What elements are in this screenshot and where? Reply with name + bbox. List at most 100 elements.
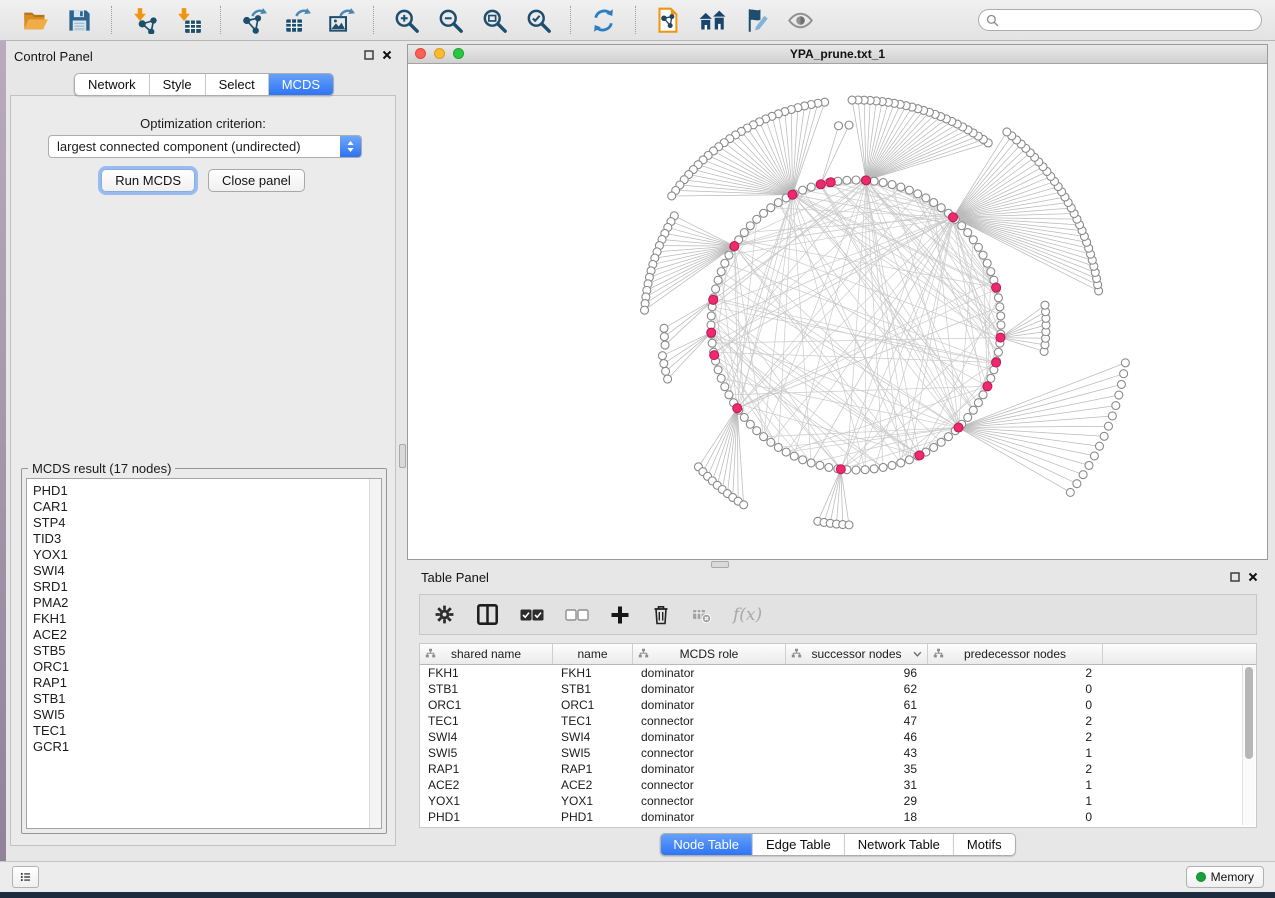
ring-node[interactable] [712, 285, 720, 293]
delete-table-button[interactable] [692, 606, 712, 624]
ring-node[interactable] [922, 194, 930, 202]
ring-node[interactable] [888, 181, 896, 189]
show-columns-button[interactable] [476, 603, 499, 626]
tab-network[interactable]: Network [75, 74, 149, 95]
result-node-item[interactable]: PMA2 [33, 595, 381, 611]
ring-node[interactable] [782, 448, 790, 456]
table-row[interactable]: ORC1ORC1dominator610 [420, 697, 1256, 713]
ring-node[interactable] [974, 243, 982, 251]
memory-button[interactable]: Memory [1186, 866, 1264, 888]
ring-node[interactable] [964, 413, 972, 421]
result-node-item[interactable]: STB1 [33, 691, 381, 707]
leaf-node[interactable] [660, 333, 668, 341]
table-row[interactable]: ACE2ACE2connector311 [420, 777, 1256, 793]
ring-node[interactable] [825, 463, 833, 471]
leaf-node[interactable] [1100, 432, 1108, 440]
close-panel-icon[interactable] [1248, 572, 1258, 582]
hub-node[interactable] [992, 283, 1001, 292]
leaf-node[interactable] [641, 306, 649, 314]
ring-node[interactable] [897, 183, 905, 191]
result-node-item[interactable]: CAR1 [33, 499, 381, 515]
ring-node[interactable] [746, 420, 754, 428]
result-node-item[interactable]: FKH1 [33, 611, 381, 627]
ring-node[interactable] [888, 461, 896, 469]
result-node-item[interactable]: ACE2 [33, 627, 381, 643]
ring-node[interactable] [937, 204, 945, 212]
hub-node[interactable] [915, 451, 924, 460]
tab-edge-table[interactable]: Edge Table [752, 834, 844, 855]
ring-node[interactable] [997, 312, 1005, 320]
zoom-out-button[interactable] [434, 4, 466, 36]
leaf-node[interactable] [1073, 480, 1081, 488]
result-node-item[interactable]: SWI4 [33, 563, 381, 579]
table-row[interactable]: PHD1PHD1dominator180 [420, 809, 1256, 825]
leaf-node[interactable] [845, 121, 853, 129]
hub-node[interactable] [996, 333, 1005, 342]
ring-node[interactable] [799, 456, 807, 464]
ring-node[interactable] [994, 348, 1002, 356]
result-node-item[interactable]: SWI5 [33, 707, 381, 723]
ring-node[interactable] [767, 438, 775, 446]
leaf-node[interactable] [658, 352, 666, 360]
ring-node[interactable] [870, 177, 878, 185]
hub-node[interactable] [730, 242, 739, 251]
ring-node[interactable] [714, 276, 722, 284]
leaf-node[interactable] [1090, 452, 1098, 460]
hub-node[interactable] [788, 190, 797, 199]
ring-node[interactable] [717, 374, 725, 382]
hub-node[interactable] [954, 423, 963, 432]
export-image-button[interactable] [325, 4, 357, 36]
run-mcds-button[interactable]: Run MCDS [101, 169, 195, 192]
result-node-item[interactable]: SRD1 [33, 579, 381, 595]
table-row[interactable]: YOX1YOX1connector291 [420, 793, 1256, 809]
result-node-item[interactable]: ORC1 [33, 659, 381, 675]
ring-node[interactable] [879, 463, 887, 471]
close-panel-icon[interactable] [382, 50, 392, 60]
leaf-node[interactable] [1115, 391, 1123, 399]
hub-node[interactable] [709, 295, 718, 304]
function-builder-button[interactable]: f(x) [733, 605, 762, 625]
ring-node[interactable] [852, 176, 860, 184]
hub-node[interactable] [826, 178, 835, 187]
ring-node[interactable] [790, 452, 798, 460]
ring-node[interactable] [969, 236, 977, 244]
ring-node[interactable] [861, 466, 869, 474]
add-column-button[interactable] [610, 605, 630, 625]
ring-node[interactable] [870, 465, 878, 473]
table-settings-button[interactable] [434, 604, 455, 625]
result-node-item[interactable]: TEC1 [33, 723, 381, 739]
zoom-in-button[interactable] [390, 4, 422, 36]
hub-node[interactable] [862, 176, 871, 185]
tab-network-table[interactable]: Network Table [844, 834, 953, 855]
leaf-node[interactable] [1041, 301, 1049, 309]
ring-node[interactable] [753, 215, 761, 223]
import-table-button[interactable] [172, 4, 204, 36]
leaf-node[interactable] [1108, 412, 1116, 420]
result-list-scrollbar[interactable] [369, 479, 381, 828]
ring-node[interactable] [740, 229, 748, 237]
leaf-node[interactable] [660, 324, 668, 332]
leaf-node[interactable] [835, 122, 843, 130]
ring-node[interactable] [958, 222, 966, 230]
column-header-successor-nodes[interactable]: successor nodes [786, 644, 928, 664]
vertical-splitter-handle[interactable] [399, 444, 406, 468]
hub-node[interactable] [707, 328, 716, 337]
ring-node[interactable] [852, 466, 860, 474]
network-graph[interactable] [408, 63, 1267, 559]
ring-node[interactable] [905, 456, 913, 464]
ring-node[interactable] [760, 433, 768, 441]
table-row[interactable]: STB1STB1dominator620 [420, 681, 1256, 697]
zoom-fit-button[interactable] [478, 4, 510, 36]
ring-node[interactable] [717, 268, 725, 276]
ring-node[interactable] [897, 459, 905, 467]
ring-node[interactable] [879, 179, 887, 187]
window-close-icon[interactable] [415, 48, 426, 59]
ring-node[interactable] [799, 186, 807, 194]
float-panel-icon[interactable] [1230, 572, 1240, 582]
ring-node[interactable] [843, 176, 851, 184]
annotations-button[interactable] [740, 4, 772, 36]
ring-node[interactable] [807, 183, 815, 191]
deselect-all-button[interactable] [565, 609, 589, 621]
result-node-item[interactable]: GCR1 [33, 739, 381, 755]
table-scrollbar-thumb[interactable] [1245, 667, 1253, 759]
